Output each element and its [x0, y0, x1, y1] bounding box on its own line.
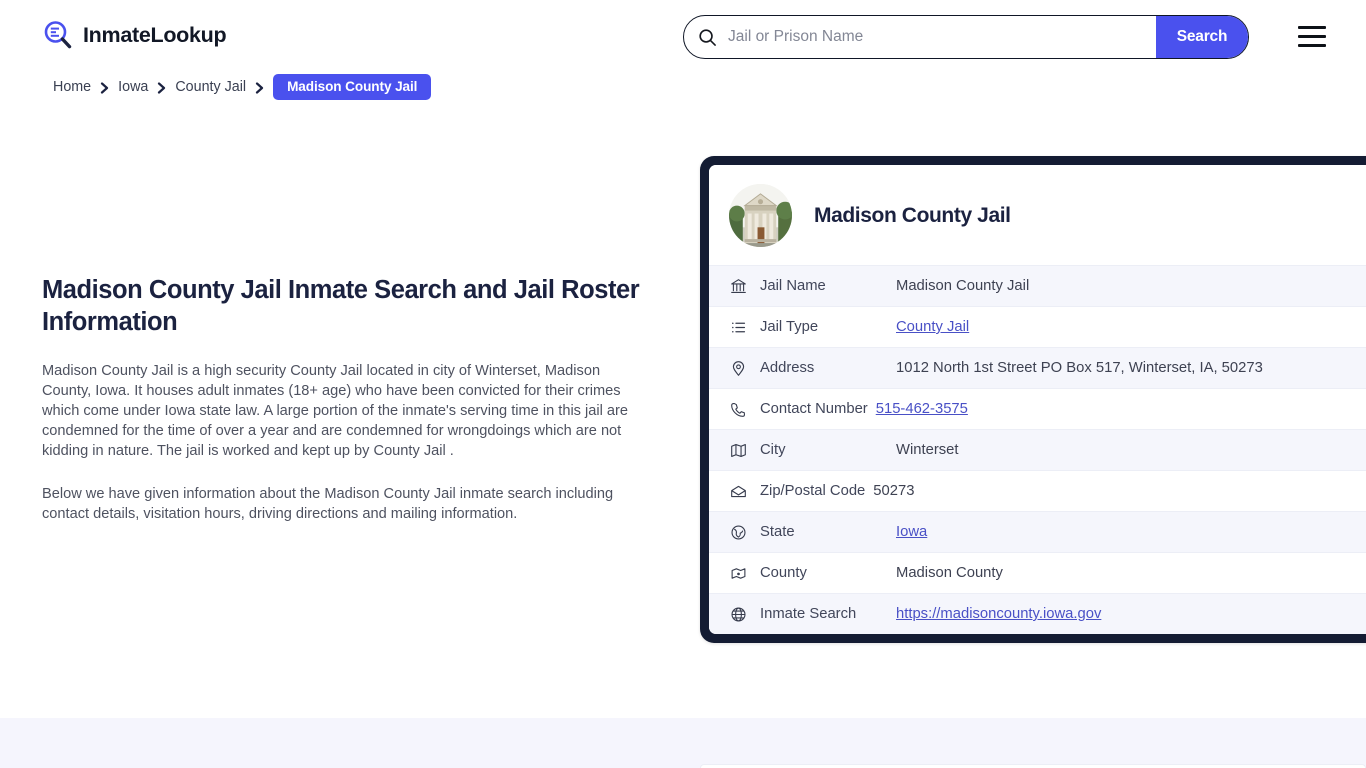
contact-number-link[interactable]: 515-462-3575: [876, 401, 968, 417]
row-value: Iowa: [896, 524, 927, 540]
magnifier-list-icon: [42, 19, 74, 51]
row-label: State: [760, 524, 795, 540]
chevron-right-icon: [157, 81, 166, 94]
row-label: Address: [760, 360, 815, 376]
search-icon: [698, 28, 717, 47]
envelope-icon: [730, 483, 747, 500]
page-root: InmateLookup Search Home Iowa: [0, 0, 1366, 768]
hamburger-bar: [1298, 34, 1326, 39]
lower-section-band: [0, 718, 1366, 768]
row-label: County: [760, 565, 807, 581]
table-row: Contact Number 515-462-3575: [709, 388, 1366, 429]
row-value: Madison County Jail: [896, 278, 1030, 294]
breadcrumb-item-home[interactable]: Home: [53, 79, 91, 95]
bank-icon: [730, 278, 747, 295]
row-value: Winterset: [896, 442, 959, 458]
description-paragraph-1: Madison County Jail is a high security C…: [42, 363, 629, 460]
table-row: County Madison County: [709, 552, 1366, 593]
phone-icon: [730, 401, 747, 418]
chevron-right-icon: [100, 81, 109, 94]
row-label: Jail Type: [760, 319, 819, 335]
row-label: City: [760, 442, 786, 458]
breadcrumb-current: Madison County Jail: [273, 74, 432, 100]
jail-photo: [729, 184, 792, 247]
breadcrumb-item-county-jail[interactable]: County Jail: [175, 79, 246, 95]
inmate-search-link[interactable]: https://madisoncounty.iowa.gov: [896, 606, 1101, 622]
page-title: Madison County Jail Inmate Search and Ja…: [42, 276, 640, 337]
jail-info-card-title: Madison County Jail: [814, 203, 1011, 227]
row-value: 50273: [873, 483, 915, 499]
table-row: Zip/Postal Code 50273: [709, 470, 1366, 511]
map-icon: [730, 442, 747, 459]
description-paragraph-2: Below we have given information about th…: [42, 486, 614, 523]
jail-info-card: Madison County Jail Jail Name Madison Co…: [700, 156, 1366, 643]
main-content: Madison County Jail Inmate Search and Ja…: [42, 274, 642, 524]
breadcrumb: Home Iowa County Jail Madison County Jai…: [53, 74, 432, 100]
row-value: https://madisoncounty.iowa.gov: [896, 606, 1101, 622]
table-row: State Iowa: [709, 511, 1366, 552]
list-icon: [730, 319, 747, 336]
hamburger-bar: [1298, 26, 1326, 30]
table-row: Jail Name Madison County Jail: [709, 265, 1366, 306]
lower-panel: [700, 764, 1366, 768]
jail-type-link[interactable]: County Jail: [896, 319, 969, 335]
row-label: Contact Number: [760, 401, 868, 417]
breadcrumb-item-iowa[interactable]: Iowa: [118, 79, 148, 95]
globe-icon: [730, 606, 747, 623]
search-bar[interactable]: Search: [683, 15, 1249, 59]
table-row: Address 1012 North 1st Street PO Box 517…: [709, 347, 1366, 388]
county-map-icon: [730, 565, 747, 582]
search-button[interactable]: Search: [1156, 16, 1248, 58]
row-value: 515-462-3575: [876, 401, 968, 417]
globe-pin-icon: [730, 524, 747, 541]
jail-info-card-header: Madison County Jail: [709, 165, 1366, 265]
hamburger-bar: [1298, 43, 1326, 47]
hamburger-menu-icon[interactable]: [1298, 26, 1326, 47]
table-row: City Winterset: [709, 429, 1366, 470]
map-pin-icon: [730, 360, 747, 377]
row-label: Inmate Search: [760, 606, 857, 622]
site-logo[interactable]: InmateLookup: [42, 19, 227, 51]
jail-info-card-inner: Madison County Jail Jail Name Madison Co…: [709, 165, 1366, 634]
row-label: Jail Name: [760, 278, 826, 294]
site-header: InmateLookup Search: [0, 0, 1366, 74]
row-value: 1012 North 1st Street PO Box 517, Winter…: [896, 360, 1263, 376]
row-value: County Jail: [896, 319, 969, 335]
search-input[interactable]: [717, 16, 1156, 58]
table-row: Inmate Search https://madisoncounty.iowa…: [709, 593, 1366, 634]
state-link[interactable]: Iowa: [896, 524, 927, 540]
row-label: Zip/Postal Code: [760, 483, 866, 499]
table-row: Jail Type County Jail: [709, 306, 1366, 347]
chevron-right-icon: [255, 81, 264, 94]
brand-name: InmateLookup: [83, 22, 227, 47]
row-value: Madison County: [896, 565, 1003, 581]
